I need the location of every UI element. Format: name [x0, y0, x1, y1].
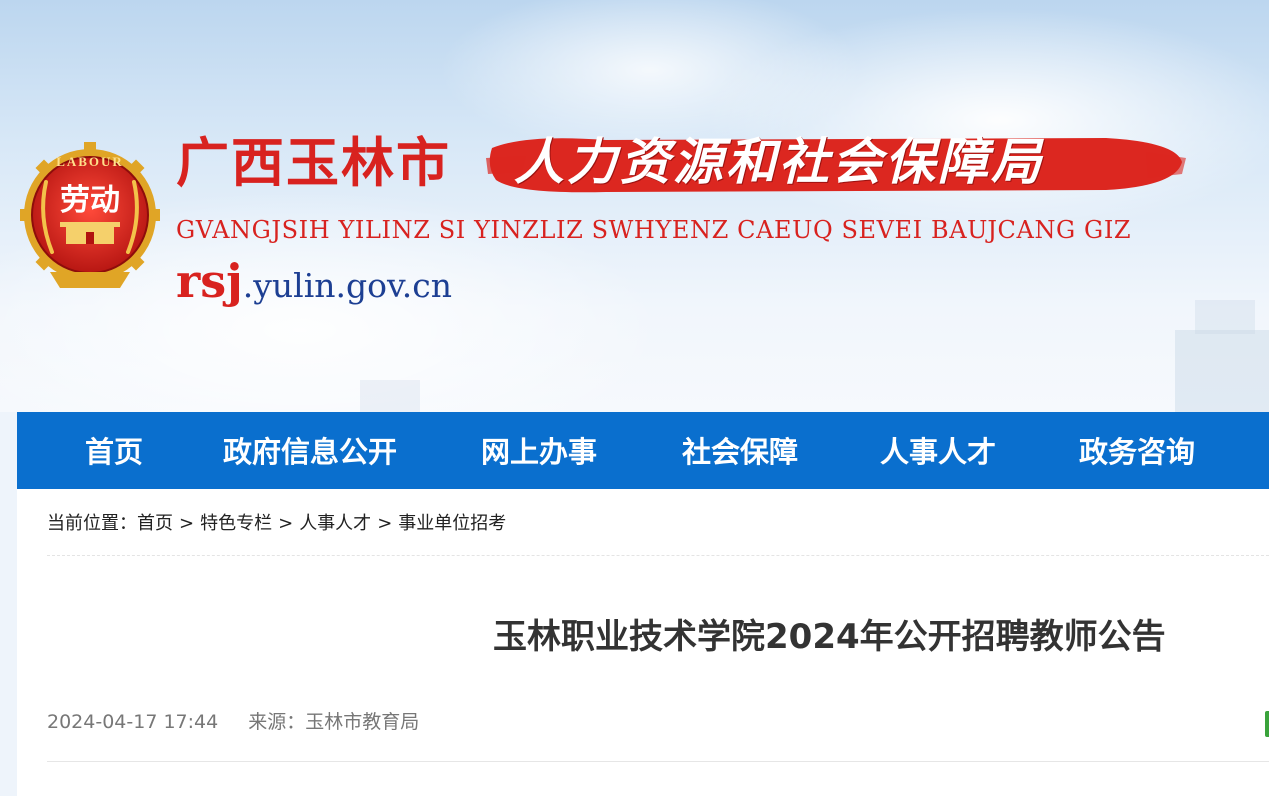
nav-item-personnel[interactable]: 人事人才: [880, 412, 996, 489]
share-tab-edge[interactable]: [1265, 711, 1269, 737]
breadcrumb-link-recruitment[interactable]: 事业单位招考: [398, 513, 506, 534]
department-name: 人力资源和社会保障局: [514, 132, 1044, 191]
article-source-label: 来源：: [248, 711, 306, 733]
breadcrumb-separator: >: [377, 513, 393, 534]
background-building: [1175, 330, 1269, 412]
site-domain-prefix: rsj: [176, 254, 243, 308]
header-banner: LABOUR 劳动 广西玉林市 人力资源和社会保障局 GVANGJSIH YIL…: [0, 0, 1269, 412]
labour-emblem-logo: LABOUR 劳动: [20, 142, 160, 288]
article-content-panel: 当前位置：首页 > 特色专栏 > 人事人才 > 事业单位招考 玉林职业技术学院2024年公开…: [17, 489, 1269, 796]
nav-item-home[interactable]: 首页: [85, 412, 143, 489]
svg-text:LABOUR: LABOUR: [56, 154, 124, 169]
breadcrumb-link-home[interactable]: 首页: [137, 513, 173, 534]
article-meta: 2024-04-17 17:44 来源：玉林市教育局: [47, 707, 419, 734]
breadcrumb-link-featured[interactable]: 特色专栏: [200, 513, 272, 534]
breadcrumb: 当前位置：首页 > 特色专栏 > 人事人才 > 事业单位招考: [47, 509, 506, 535]
article-title: 玉林职业技术学院2024年公开招聘教师公告: [493, 617, 1166, 657]
nav-item-gov-info[interactable]: 政府信息公开: [223, 412, 397, 489]
site-domain-suffix: .yulin.gov.cn: [242, 266, 452, 305]
svg-text:劳动: 劳动: [60, 183, 120, 218]
breadcrumb-prefix: 当前位置：: [47, 513, 137, 534]
background-building-left: [360, 380, 420, 412]
nav-item-social-security[interactable]: 社会保障: [682, 412, 798, 489]
site-domain: rsj.yulin.gov.cn: [176, 254, 452, 308]
breadcrumb-separator: >: [179, 513, 195, 534]
nav-item-consultation[interactable]: 政务咨询: [1079, 412, 1195, 489]
breadcrumb-link-personnel[interactable]: 人事人才: [299, 513, 371, 534]
article-source: 玉林市教育局: [305, 711, 420, 733]
site-city-name: 广西玉林市: [176, 132, 451, 194]
department-name-zhuang: GVANGJSIH YILINZ SI YINZLIZ SWHYENZ CAEU…: [176, 216, 1132, 244]
main-nav: 首页 政府信息公开 网上办事 社会保障 人事人才 政务咨询: [17, 412, 1269, 489]
breadcrumb-separator: >: [278, 513, 294, 534]
nav-item-online-services[interactable]: 网上办事: [481, 412, 597, 489]
breadcrumb-divider: [47, 555, 1269, 556]
meta-divider: [47, 761, 1269, 762]
background-building-roof: [1195, 300, 1255, 334]
article-date: 2024-04-17 17:44: [47, 711, 219, 733]
